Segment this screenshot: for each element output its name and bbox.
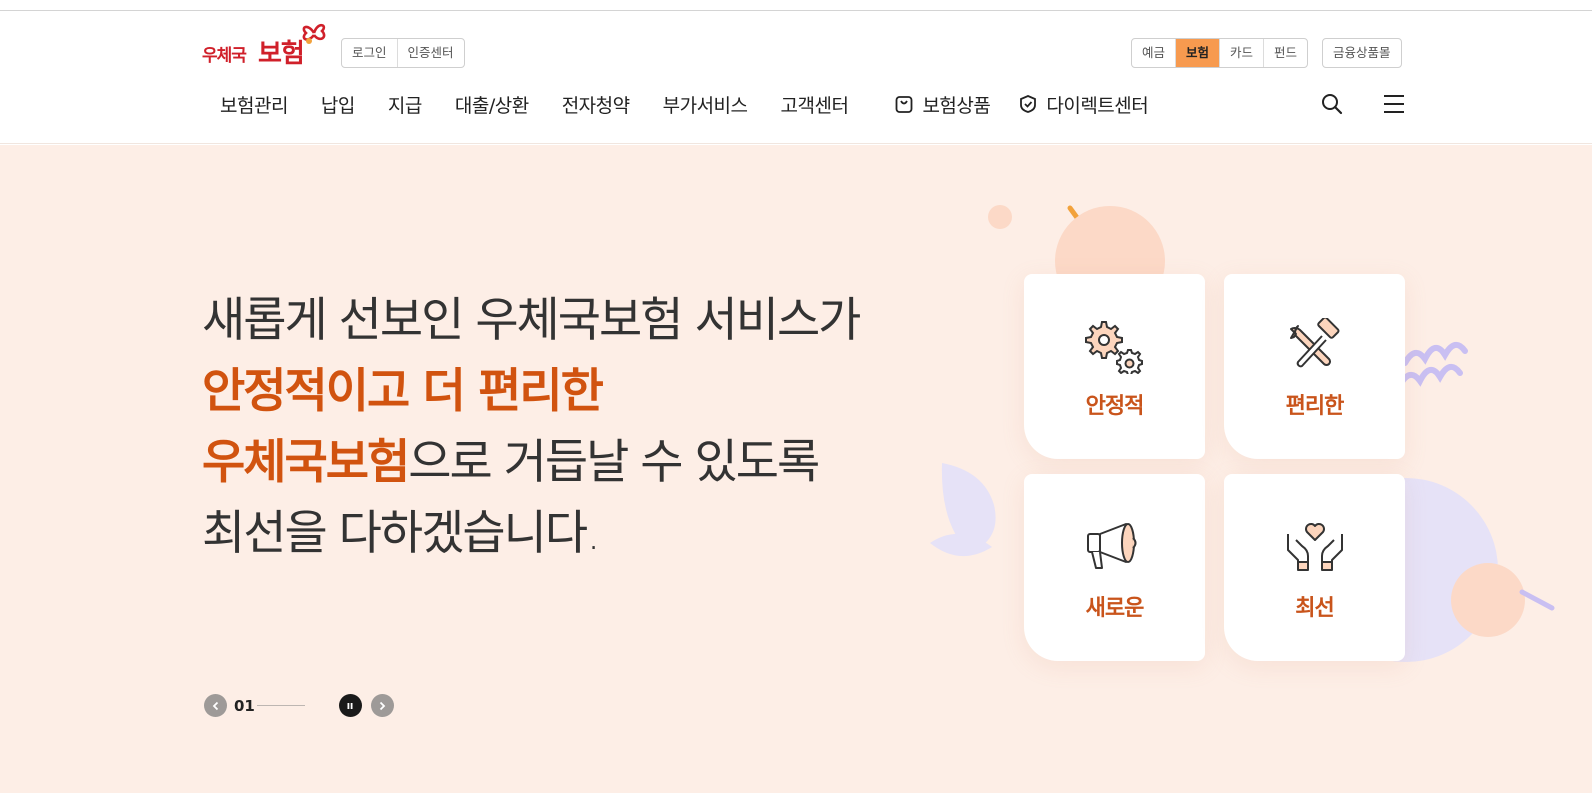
service-tabs: 예금 보험 카드 펀드 (1131, 38, 1309, 68)
shield-check-icon (1020, 95, 1037, 113)
nav-loan[interactable]: 대출/상환 (455, 91, 529, 118)
pause-button[interactable] (338, 694, 362, 717)
pause-icon (347, 702, 353, 709)
slide-progress-bar (256, 705, 305, 706)
logo[interactable]: 우체국 보험 (202, 19, 328, 69)
hero-line-3: 우체국보험으로 거듭날 수 있도록 (202, 427, 859, 498)
search-button[interactable] (1320, 92, 1344, 120)
chevron-left-icon (212, 701, 218, 710)
search-icon (1322, 94, 1343, 115)
shopping-bag-icon (896, 96, 913, 113)
hero-headline: 새롭게 선보인 우체국보험 서비스가 안정적이고 더 편리한 우체국보험으로 거… (202, 285, 861, 569)
site-header: 우체국 보험 로그인 인증센터 예금 보험 카드 펀드 금융상품몰 보험관리 납… (0, 11, 1592, 144)
card-convenient[interactable]: 편리한 (1224, 274, 1405, 459)
current-slide-number: 01 (234, 696, 255, 715)
chevron-right-icon (380, 701, 386, 710)
top-border (0, 0, 1592, 11)
tab-card[interactable]: 카드 (1220, 39, 1265, 67)
hero-line-1: 새롭게 선보인 우체국보험 서비스가 (202, 293, 861, 348)
nav-insurance-management[interactable]: 보험관리 (220, 91, 288, 118)
logo-text-large: 보험 (258, 39, 305, 69)
finance-mall-button[interactable]: 금융상품몰 (1323, 39, 1401, 67)
prev-slide-button[interactable] (204, 694, 227, 717)
gears-icon (1084, 321, 1143, 374)
card-convenient-label: 편리한 (1285, 394, 1345, 419)
nav-insurance-products-label: 보험상품 (922, 94, 991, 117)
nav-direct-center-label: 다이렉트센터 (1046, 94, 1149, 117)
cert-center-button[interactable]: 인증센터 (398, 39, 464, 67)
megaphone-icon (1086, 523, 1136, 569)
slider-pager: 01 (204, 694, 394, 717)
card-best[interactable]: 최선 (1224, 474, 1405, 661)
tab-insurance[interactable]: 보험 (1176, 39, 1221, 67)
logo-flower-icon (302, 23, 326, 44)
hero-line-2: 안정적이고 더 편리한 (202, 364, 604, 419)
tab-deposit[interactable]: 예금 (1132, 39, 1177, 67)
nav-e-subscription[interactable]: 전자청약 (562, 91, 630, 118)
card-best-label: 최선 (1295, 596, 1334, 621)
card-new-label: 새로운 (1085, 596, 1145, 621)
nav-direct-center[interactable]: 다이렉트센터 (1018, 91, 1149, 118)
main-nav: 보험관리 납입 지급 대출/상환 전자청약 부가서비스 고객센터 보험상품 다이… (220, 89, 1176, 119)
hero-banner: 새롭게 선보인 우체국보험 서비스가 안정적이고 더 편리한 우체국보험으로 거… (0, 145, 1592, 793)
nav-claims[interactable]: 지급 (388, 91, 422, 118)
next-slide-button[interactable] (370, 694, 394, 717)
card-stable-label: 안정적 (1085, 394, 1145, 419)
nav-customer-center[interactable]: 고객센터 (781, 91, 849, 118)
login-group: 로그인 인증센터 (341, 38, 465, 68)
logo-text-small: 우체국 (202, 46, 247, 66)
hamburger-menu-icon (1384, 95, 1404, 113)
hero-line-3-accent: 우체국보험 (202, 435, 410, 490)
tab-fund[interactable]: 펀드 (1264, 39, 1307, 67)
menu-button[interactable] (1382, 93, 1406, 119)
login-button[interactable]: 로그인 (342, 39, 398, 67)
tools-icon (1289, 318, 1339, 368)
finance-mall-group: 금융상품몰 (1322, 38, 1402, 68)
nav-extra-services[interactable]: 부가서비스 (663, 91, 748, 118)
nav-insurance-products[interactable]: 보험상품 (894, 91, 991, 118)
hands-heart-icon (1286, 523, 1343, 571)
hero-line-4: 최선을 다하겠습니다. (202, 506, 601, 561)
card-new[interactable]: 새로운 (1024, 474, 1205, 661)
card-stable[interactable]: 안정적 (1024, 274, 1205, 459)
nav-payment[interactable]: 납입 (321, 91, 355, 118)
hero-line-3-rest: 으로 거듭날 수 있도록 (408, 435, 820, 490)
